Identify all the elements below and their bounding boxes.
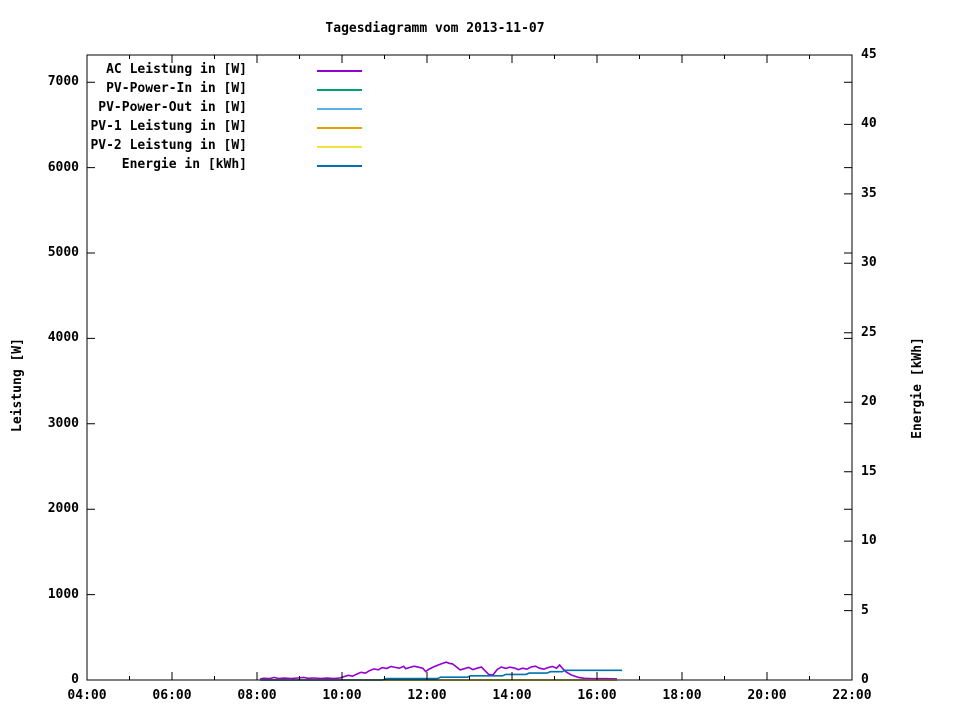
y2-tick-label: 20 <box>861 394 877 410</box>
x-tick-label: 14:00 <box>492 688 532 703</box>
y2-tick-label: 15 <box>861 463 877 479</box>
y-tick-label: 5000 <box>47 244 79 260</box>
y2-tick-label: 10 <box>861 533 877 549</box>
legend-label: PV-1 Leistung in [W] <box>90 119 247 134</box>
y2-tick-label: 25 <box>861 324 877 340</box>
x-tick-label: 12:00 <box>407 688 447 703</box>
y-tick-label: 3000 <box>47 415 79 431</box>
x-tick-label: 10:00 <box>322 688 362 703</box>
x-tick-label: 18:00 <box>662 688 702 703</box>
legend-label: PV-Power-In in [W] <box>106 81 247 96</box>
y-tick-label: 2000 <box>47 501 79 517</box>
y-tick-label: 1000 <box>47 586 79 602</box>
y2-tick-label: 0 <box>861 672 869 687</box>
y-tick-label: 4000 <box>47 330 79 346</box>
chart-page: { "chart_data": { "type": "line", "title… <box>0 0 960 720</box>
x-tick-label: 20:00 <box>747 688 787 703</box>
y-tick-label: 7000 <box>47 74 79 90</box>
y2-tick-label: 35 <box>861 185 877 201</box>
y-tick-label: 0 <box>71 672 79 687</box>
x-tick-label: 08:00 <box>237 688 277 703</box>
x-tick-label: 04:00 <box>67 688 107 703</box>
x-tick-label: 22:00 <box>832 688 872 703</box>
legend-label: Energie in [kWh] <box>121 157 247 172</box>
x-tick-label: 06:00 <box>152 688 192 703</box>
y2-tick-label: 40 <box>861 116 877 132</box>
y2-tick-label: 5 <box>861 602 869 618</box>
y-tick-label: 6000 <box>47 159 79 175</box>
legend-label: PV-2 Leistung in [W] <box>90 138 247 153</box>
chart-title: Tagesdiagramm vom 2013-11-07 <box>325 21 545 36</box>
y2-tick-label: 45 <box>861 47 877 62</box>
legend-label: AC Leistung in [W] <box>106 62 247 77</box>
x-tick-label: 16:00 <box>577 688 617 703</box>
y2-axis-label: Energie [kWh] <box>910 337 925 439</box>
legend-label: PV-Power-Out in [W] <box>98 100 247 115</box>
y2-tick-label: 30 <box>861 255 877 271</box>
